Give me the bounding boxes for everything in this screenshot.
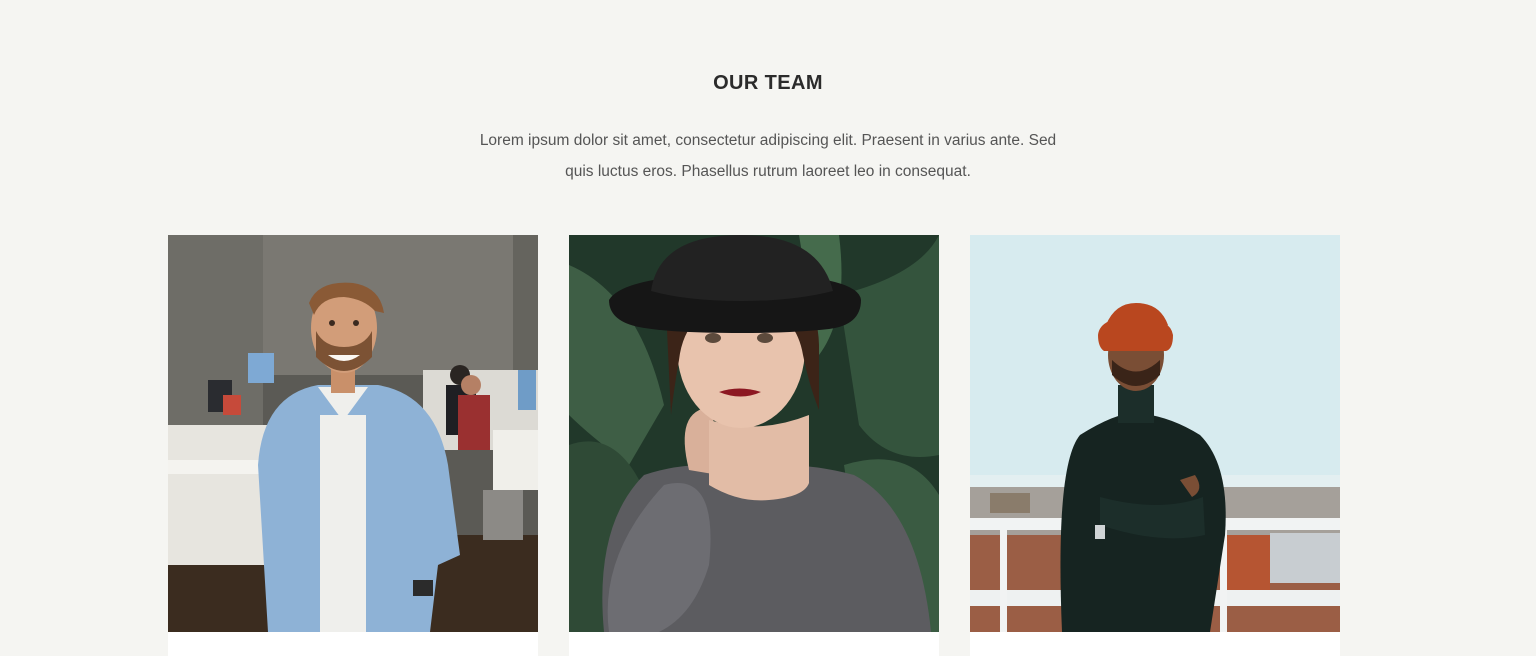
section-intro: Lorem ipsum dolor sit amet, consectetur …	[479, 132, 1057, 180]
team-section: OUR TEAM Lorem ipsum dolor sit amet, con…	[0, 0, 1536, 656]
team-member-photo-1	[168, 235, 538, 632]
team-member-card-3[interactable]	[970, 235, 1340, 656]
team-member-card-2[interactable]	[569, 235, 939, 656]
section-title: OUR TEAM	[713, 72, 823, 94]
team-member-photo-2	[569, 235, 939, 632]
team-member-photo-3	[970, 235, 1340, 632]
team-member-card-1[interactable]	[168, 235, 538, 656]
